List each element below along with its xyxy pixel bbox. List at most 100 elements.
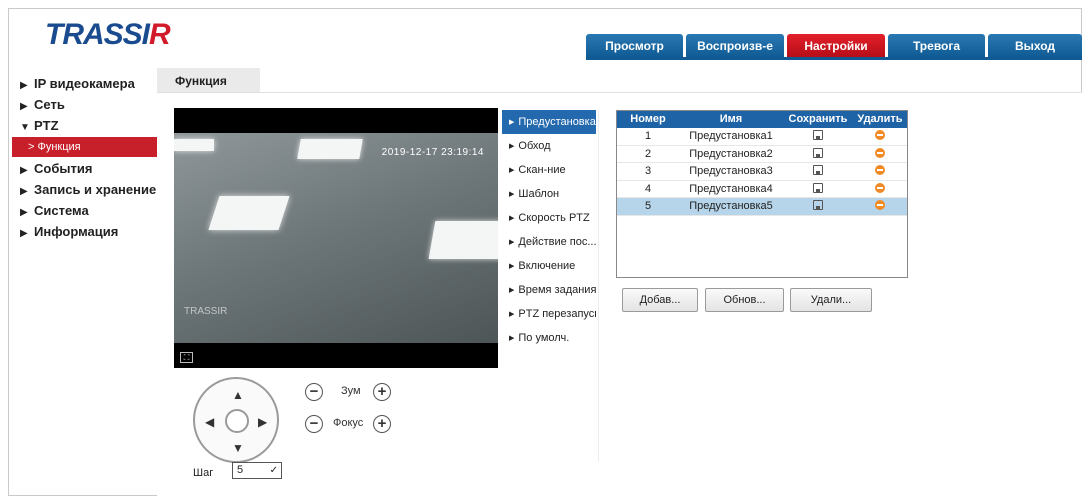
preset-name: Предустановка2: [689, 147, 773, 160]
delete-icon[interactable]: [875, 165, 885, 175]
refresh-button[interactable]: Обнов...: [705, 288, 784, 312]
menu-item-power-up[interactable]: ▶ Включение: [502, 254, 596, 278]
expand-arrow-icon: ▶: [20, 80, 28, 91]
expand-arrow-icon: ▶: [20, 165, 28, 176]
focus-out-button[interactable]: −: [305, 415, 323, 433]
sidebar-item-info[interactable]: ▶ Информация: [20, 221, 160, 242]
save-icon[interactable]: [813, 165, 823, 175]
tab-settings[interactable]: Настройки: [787, 34, 885, 58]
step-value: 5: [237, 464, 244, 476]
content-tab-function[interactable]: Функция: [157, 68, 260, 92]
column-header-delete: Удалить: [857, 113, 903, 125]
menu-item-ptz-restart[interactable]: ▶ PTZ перезапуск: [502, 302, 596, 326]
menu-item-pattern[interactable]: ▶ Шаблон: [502, 182, 596, 206]
zoom-in-button[interactable]: +: [373, 383, 391, 401]
tab-live-view[interactable]: Просмотр: [586, 34, 683, 58]
bullet-icon: ▶: [509, 167, 515, 174]
arrow-right-icon[interactable]: ▶: [258, 416, 267, 428]
delete-icon[interactable]: [875, 182, 885, 193]
menu-divider: [598, 110, 599, 462]
sidebar: ▶ IP видеокамера ▶ Сеть ▼ PTZ > Функция ▶ Со…: [12, 73, 160, 242]
table-row[interactable]: 1 Предустановка1: [617, 128, 907, 146]
menu-item-ptz-speed[interactable]: ▶ Скорость PTZ: [502, 206, 596, 230]
arrow-up-icon[interactable]: ▲: [232, 389, 244, 401]
ceiling-light: [297, 139, 363, 159]
fullscreen-icon[interactable]: ⛶: [180, 352, 193, 363]
preset-table: Номер Имя предустановки Сохранить Удалит…: [616, 110, 908, 278]
sidebar-item-events[interactable]: ▶ События: [20, 158, 160, 179]
expand-arrow-icon: ▶: [20, 228, 28, 239]
bullet-icon: ▶: [509, 143, 515, 150]
bullet-icon: ▶: [509, 215, 515, 222]
save-icon[interactable]: [813, 147, 823, 158]
sidebar-item-recording[interactable]: ▶ Запись и хранение: [20, 179, 160, 200]
tab-alarm[interactable]: Тревога: [888, 34, 985, 58]
preset-number: 1: [644, 130, 652, 142]
delete-icon[interactable]: [875, 130, 885, 140]
sidebar-item-label: IP видеокамера: [34, 76, 135, 91]
focus-in-button[interactable]: +: [373, 415, 391, 433]
table-row[interactable]: 4 Предустановка4: [617, 181, 907, 198]
ceiling-light: [208, 196, 290, 230]
delete-all-button[interactable]: Удали...: [790, 288, 872, 312]
ptz-center-button[interactable]: [225, 409, 249, 433]
ceiling-light: [174, 139, 214, 151]
video-timestamp: 2019-12-17 23:19:14: [381, 147, 484, 158]
delete-icon[interactable]: [875, 147, 885, 158]
preset-name: Предустановка4: [689, 182, 773, 195]
zoom-out-button[interactable]: −: [305, 383, 323, 401]
bullet-icon: ▶: [509, 239, 515, 246]
delete-icon[interactable]: [875, 200, 885, 210]
bullet-icon: ▶: [509, 263, 515, 270]
zoom-label: Зум: [341, 385, 361, 397]
preset-name: Предустановка3: [689, 165, 773, 177]
save-icon[interactable]: [813, 130, 823, 140]
column-header-number: Номер: [630, 113, 666, 125]
collapse-arrow-icon: ▼: [20, 122, 30, 133]
bullet-icon: ▶: [509, 311, 515, 318]
menu-item-time-task[interactable]: ▶ Время задания: [502, 278, 596, 302]
trassir-logo: TRASSIR: [45, 18, 171, 51]
preset-number: 3: [644, 165, 652, 177]
save-icon[interactable]: [813, 182, 823, 193]
sidebar-item-ptz[interactable]: ▼ PTZ: [20, 115, 160, 136]
ptz-direction-pad: ▲ ▼ ◀ ▶: [193, 377, 279, 463]
add-button[interactable]: Добав...: [622, 288, 698, 312]
tab-logout[interactable]: Выход: [988, 34, 1082, 58]
arrow-left-icon[interactable]: ◀: [205, 416, 214, 428]
bullet-icon: ▶: [509, 287, 515, 294]
step-select[interactable]: 5 ✓: [232, 462, 282, 479]
sidebar-item-label: Система: [34, 203, 89, 218]
table-row[interactable]: 3 Предустановка3: [617, 163, 907, 181]
menu-item-scan[interactable]: ▶ Скан-ние: [502, 158, 596, 182]
preset-name: Предустановка5: [689, 200, 773, 212]
menu-item-default[interactable]: ▶ По умолч.: [502, 326, 596, 350]
top-nav-underline: [586, 57, 1082, 60]
bullet-icon: ▶: [509, 191, 515, 198]
sidebar-item-label: PTZ: [34, 118, 59, 133]
tab-playback[interactable]: Воспроизв-е: [686, 34, 784, 58]
table-row-selected[interactable]: 5 Предустановка5: [617, 198, 907, 216]
expand-arrow-icon: ▶: [20, 101, 28, 112]
video-preview[interactable]: 2019-12-17 23:19:14 TRASSIR ⛶: [174, 108, 498, 368]
preset-name: Предустановка1: [689, 130, 773, 142]
menu-item-idle-action[interactable]: ▶ Действие пос...: [502, 230, 596, 254]
table-row[interactable]: 2 Предустановка2: [617, 146, 907, 163]
preset-number: 5: [644, 200, 652, 212]
expand-arrow-icon: ▶: [20, 207, 28, 218]
table-header: Номер Имя предустановки Сохранить Удалит…: [617, 111, 907, 142]
save-icon[interactable]: [813, 200, 823, 210]
sidebar-item-label: События: [34, 161, 93, 176]
preset-number: 2: [644, 147, 652, 160]
bullet-icon: ▶: [509, 119, 515, 126]
sidebar-item-network[interactable]: ▶ Сеть: [20, 94, 160, 115]
menu-item-preset[interactable]: ▶ Предустановка: [502, 110, 596, 134]
sidebar-subitem-function[interactable]: > Функция: [12, 137, 160, 157]
sidebar-item-system[interactable]: ▶ Система: [20, 200, 160, 221]
sidebar-item-ip-camera[interactable]: ▶ IP видеокамера: [20, 73, 160, 94]
sidebar-item-label: Сеть: [34, 97, 65, 112]
sidebar-item-label: Информация: [34, 224, 119, 239]
top-nav: Просмотр Воспроизв-е Настройки Тревога В…: [586, 34, 1082, 58]
menu-item-patrol[interactable]: ▶ Обход: [502, 134, 596, 158]
arrow-down-icon[interactable]: ▼: [232, 442, 244, 454]
